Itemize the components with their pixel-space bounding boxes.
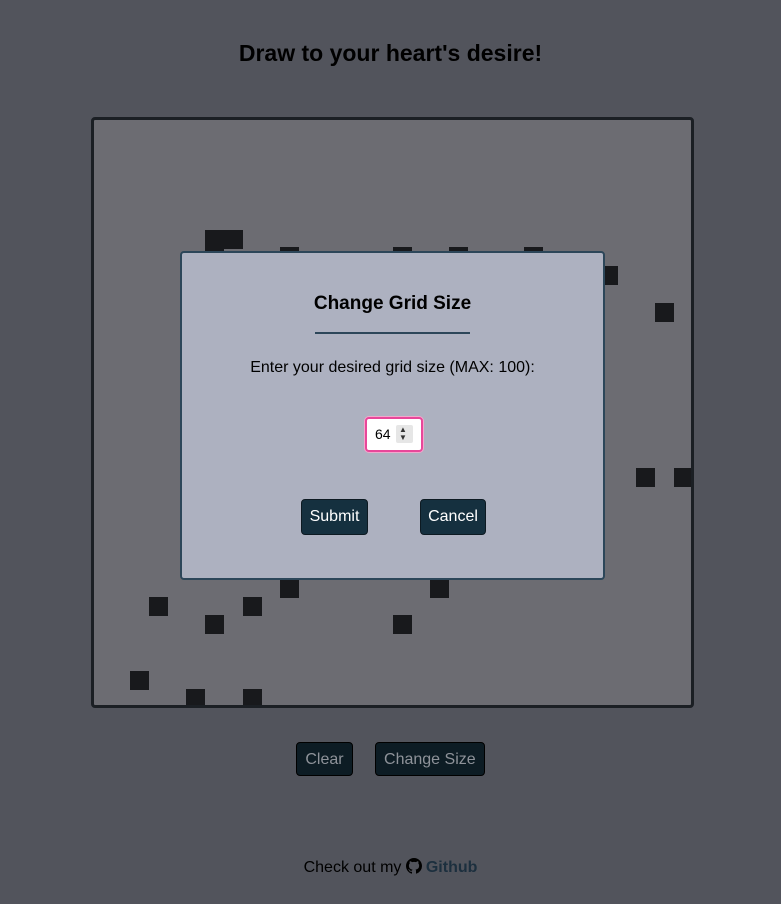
dialog-prompt: Enter your desired grid size (MAX: 100): [250,359,535,376]
chevron-down-icon[interactable]: ▼ [399,434,407,442]
submit-button[interactable]: Submit [301,499,368,535]
change-grid-size-dialog: Change Grid Size Enter your desired grid… [180,251,605,580]
grid-size-value: 64 [375,426,391,442]
grid-size-input[interactable]: 64 ▲ ▼ [365,417,423,452]
cancel-button[interactable]: Cancel [420,499,486,535]
dialog-title: Change Grid Size [313,293,472,314]
title-divider [315,332,470,334]
number-spinner[interactable]: ▲ ▼ [396,425,413,443]
